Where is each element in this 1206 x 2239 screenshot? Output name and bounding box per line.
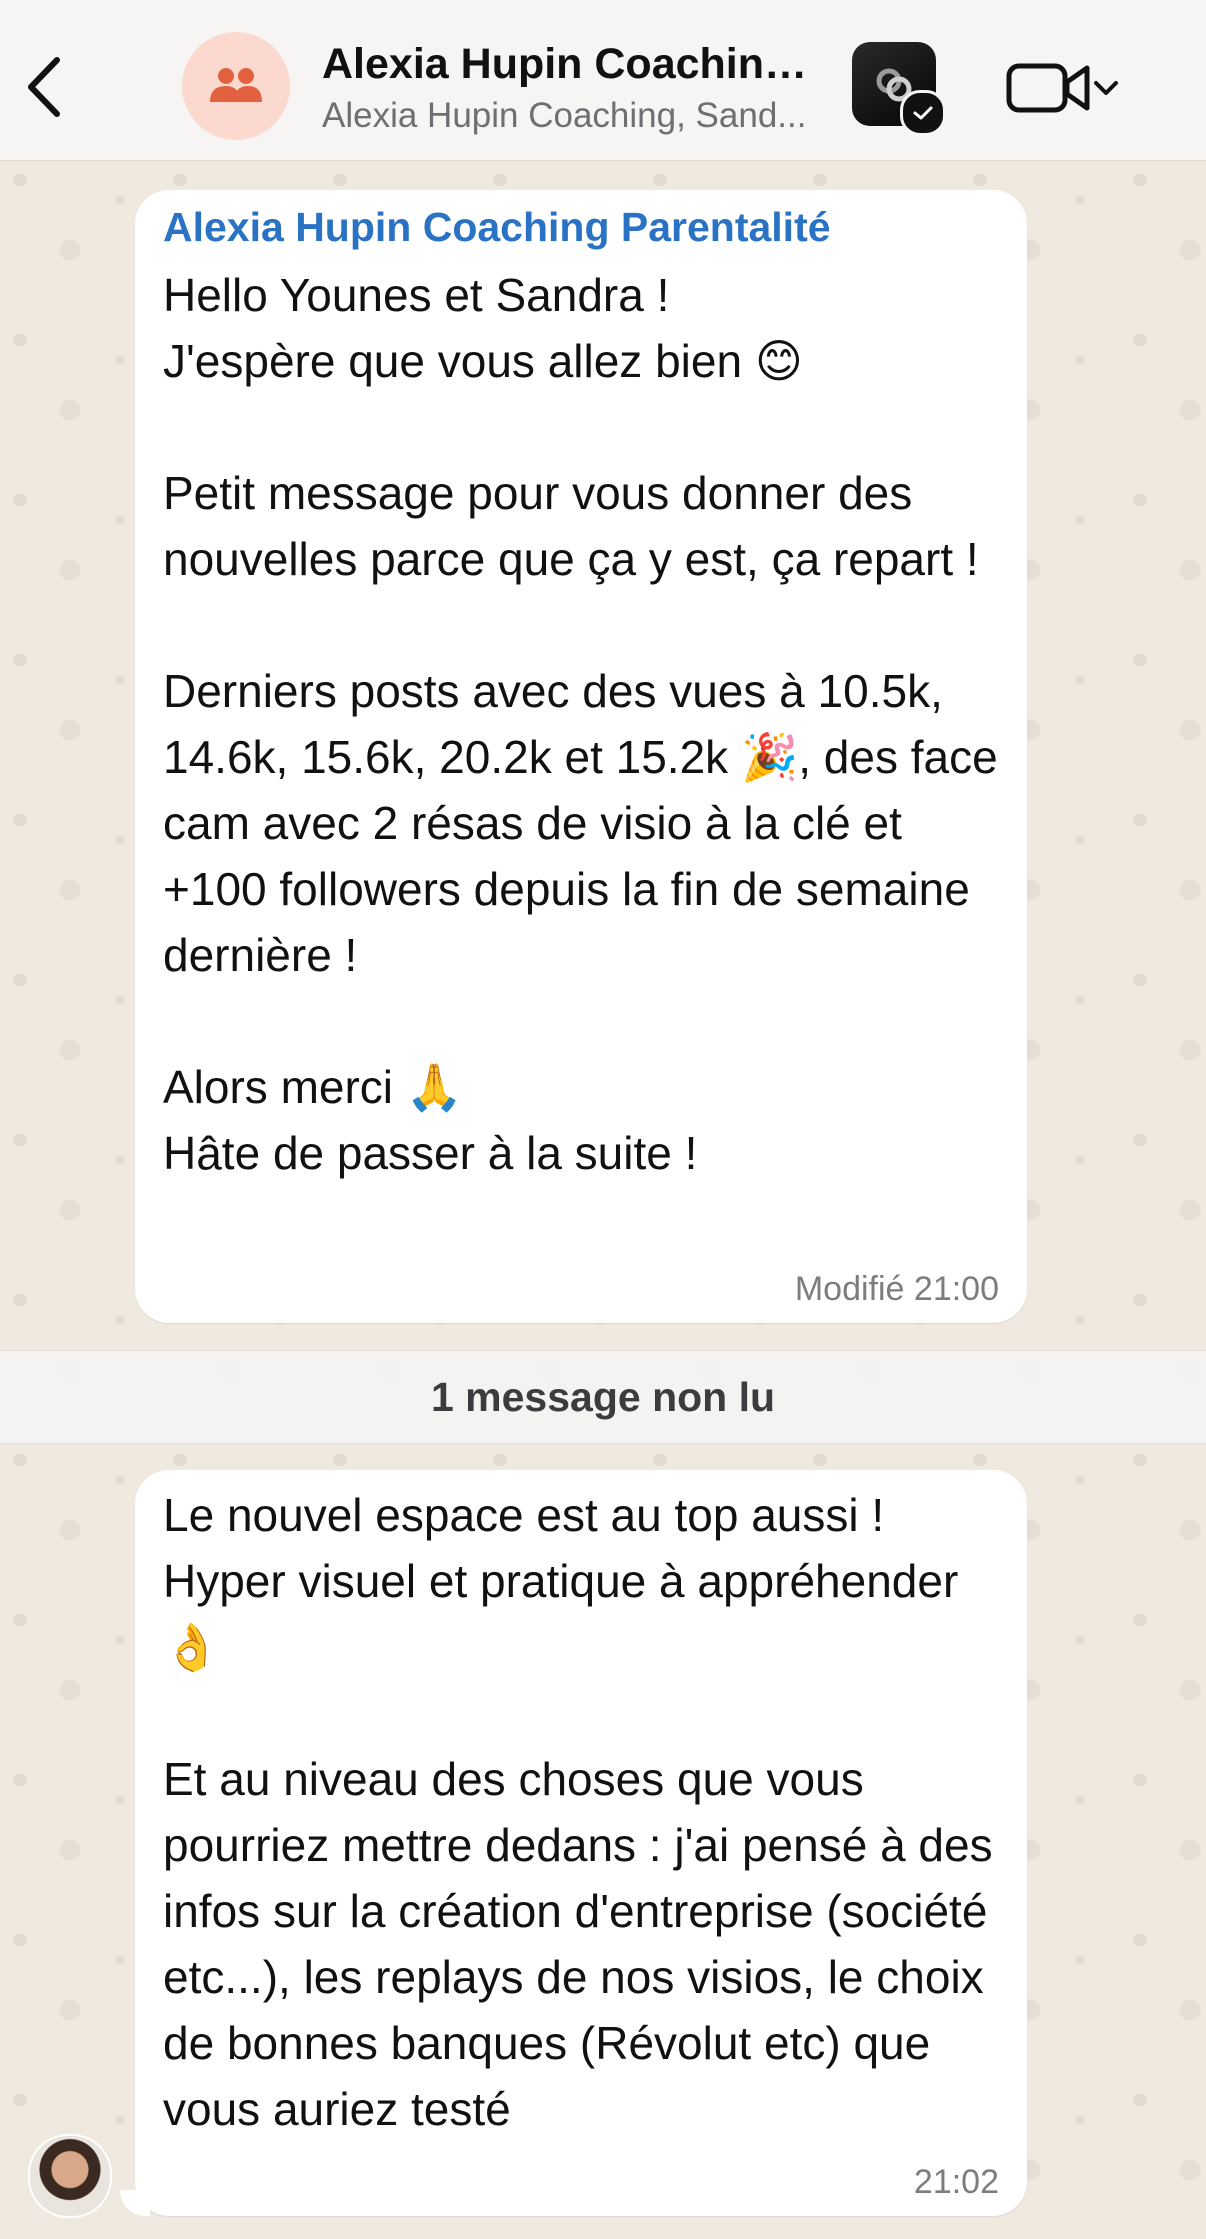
chat-subtitle[interactable]: Alexia Hupin Coaching, Sand...	[322, 96, 842, 136]
message-time: Modifié 21:00	[794, 1270, 999, 1308]
group-icon	[210, 68, 262, 102]
avatar[interactable]	[28, 2134, 112, 2218]
back-button[interactable]	[18, 52, 68, 122]
group-avatar[interactable]	[182, 32, 290, 140]
chat-title[interactable]: Alexia Hupin Coaching...	[322, 40, 822, 89]
unread-divider: 1 message non lu	[0, 1350, 1206, 1444]
message-text: Hello Younes et Sandra ! J'espère que vo…	[163, 269, 998, 1179]
chat-header: Alexia Hupin Coaching... Alexia Hupin Co…	[0, 0, 1206, 161]
message-text: Le nouvel espace est au top aussi ! Hype…	[163, 1489, 993, 2135]
message-time: 21:02	[913, 2163, 999, 2201]
video-call-icon	[1006, 63, 1090, 112]
check-badge-icon	[900, 90, 946, 136]
back-icon	[28, 57, 60, 117]
message-bubble[interactable]: Le nouvel espace est au top aussi ! Hype…	[135, 1470, 1027, 2216]
sender-name[interactable]: Alexia Hupin Coaching Parentalité	[163, 204, 831, 251]
chevron-down-icon	[1094, 80, 1118, 95]
bubble-tail	[120, 2190, 150, 2216]
message-bubble[interactable]: Alexia Hupin Coaching Parentalité Hello …	[135, 190, 1027, 1323]
video-call-button[interactable]	[1005, 55, 1130, 120]
